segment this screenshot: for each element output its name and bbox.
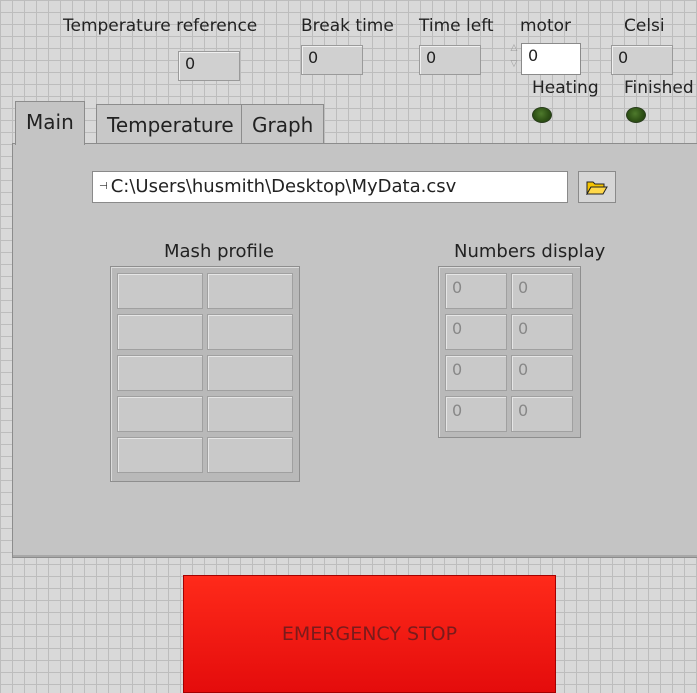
time-left-field[interactable]: 0	[419, 45, 481, 75]
numbers-display-cell: 0	[445, 355, 507, 391]
numbers-display-cell: 0	[511, 355, 573, 391]
mash-profile-label: Mash profile	[164, 241, 274, 262]
mash-profile-cell[interactable]	[117, 355, 203, 391]
numbers-display-cell: 0	[445, 396, 507, 432]
numbers-display-cell: 0	[511, 273, 573, 309]
mash-profile-cell[interactable]	[207, 314, 293, 350]
tab-temperature-label: Temperature	[107, 113, 234, 137]
file-path-field[interactable]: ⊣ C:\Users\husmith\Desktop\MyData.csv	[92, 171, 568, 203]
mash-profile-cell[interactable]	[117, 396, 203, 432]
file-path-value: C:\Users\husmith\Desktop\MyData.csv	[110, 176, 457, 197]
time-left-label: Time left	[419, 16, 494, 36]
emergency-stop-label: EMERGENCY STOP	[281, 623, 458, 645]
motor-increment-arrows[interactable]: △ ▽	[509, 40, 519, 74]
mash-profile-cell[interactable]	[117, 437, 203, 473]
mash-profile-cell[interactable]	[117, 273, 203, 309]
tab-graph-label: Graph	[252, 113, 314, 137]
decrement-arrow-icon[interactable]: ▽	[509, 56, 519, 72]
numbers-display-cell: 0	[511, 396, 573, 432]
mash-profile-array	[110, 266, 300, 482]
break-time-field[interactable]: 0	[301, 45, 363, 75]
mash-profile-cell[interactable]	[207, 355, 293, 391]
mash-profile-cell[interactable]	[207, 437, 293, 473]
numbers-display-array: 0 0 0 0 0 0 0 0	[438, 266, 581, 438]
heating-led	[532, 107, 552, 123]
tab-graph[interactable]: Graph	[241, 104, 325, 144]
path-icon: ⊣	[99, 181, 108, 192]
numbers-display-label: Numbers display	[454, 241, 606, 262]
folder-open-icon	[586, 181, 608, 195]
tab-main-label: Main	[26, 110, 74, 134]
mash-profile-cell[interactable]	[207, 273, 293, 309]
numbers-display-cell: 0	[445, 314, 507, 350]
finished-led	[626, 107, 646, 123]
finished-label: Finished	[624, 78, 694, 98]
increment-arrow-icon[interactable]: △	[509, 40, 519, 56]
tab-main[interactable]: Main	[15, 101, 85, 145]
celsi-label: Celsi	[624, 16, 665, 36]
temperature-reference-field[interactable]: 0	[178, 51, 240, 81]
browse-button[interactable]	[578, 171, 616, 203]
break-time-label: Break time	[301, 16, 394, 36]
heating-label: Heating	[532, 78, 599, 98]
celsi-field[interactable]: 0	[611, 45, 673, 75]
motor-field[interactable]: 0	[521, 43, 581, 75]
mash-profile-cell[interactable]	[207, 396, 293, 432]
temperature-reference-label: Temperature reference	[63, 16, 258, 36]
mash-profile-cell[interactable]	[117, 314, 203, 350]
tab-temperature[interactable]: Temperature	[96, 104, 245, 144]
motor-label: motor	[520, 16, 572, 36]
numbers-display-cell: 0	[445, 273, 507, 309]
emergency-stop-button[interactable]: EMERGENCY STOP	[183, 575, 556, 693]
numbers-display-cell: 0	[511, 314, 573, 350]
